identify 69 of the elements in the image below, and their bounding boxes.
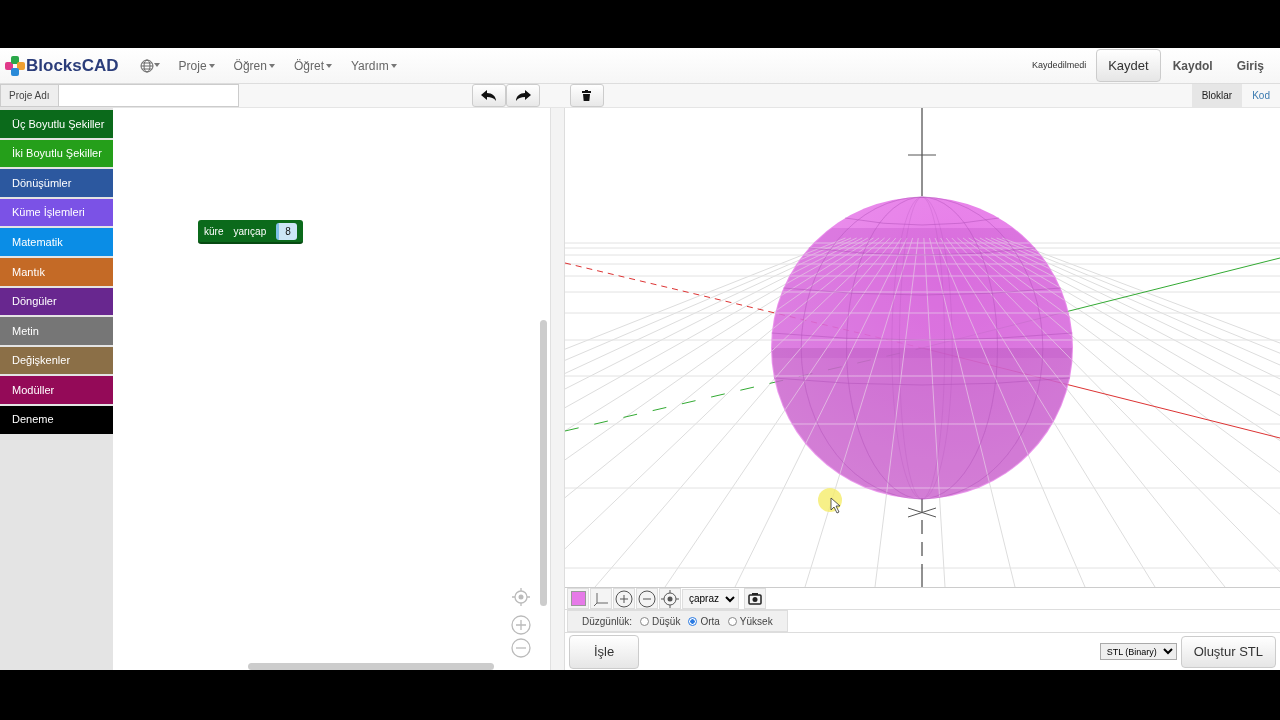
brand-name: BlocksCAD: [26, 54, 119, 77]
zoom-out-icon: [638, 589, 656, 608]
globe-icon: [139, 58, 154, 73]
trash-icon: [582, 90, 592, 101]
axes-icon: [593, 590, 609, 607]
category-button[interactable]: Mantık: [0, 257, 113, 286]
project-name-label: Proje Adı: [0, 84, 59, 107]
view-tab[interactable]: Bloklar: [1191, 84, 1243, 107]
nav-link[interactable]: Giriş: [1236, 56, 1264, 75]
redo-icon: [514, 89, 531, 102]
smoothness-label: Düzgünlük:: [582, 614, 633, 629]
sphere-block[interactable]: küre yarıçap 8: [198, 220, 303, 244]
category-button[interactable]: Döngüler: [0, 287, 113, 316]
nav-menu[interactable]: Öğren: [233, 56, 276, 75]
zoom-out-icon[interactable]: [511, 638, 531, 658]
category-button[interactable]: Dönüşümler: [0, 169, 113, 197]
caret-icon: [268, 63, 276, 69]
category-button[interactable]: Matematik: [0, 228, 113, 256]
recenter-icon: [661, 589, 679, 608]
export-button[interactable]: Oluştur STL: [1180, 635, 1276, 668]
save-button[interactable]: Kaydet: [1096, 48, 1161, 83]
radio-button[interactable]: [727, 616, 737, 626]
delete-button[interactable]: [569, 84, 604, 107]
nav-menu[interactable]: Yardım: [351, 56, 398, 75]
radio-option[interactable]: Orta: [688, 613, 720, 629]
scrollbar[interactable]: [540, 320, 547, 606]
save-status: Kaydedilmedi: [1032, 58, 1087, 72]
caret-icon: [326, 63, 333, 69]
logo-icon: [4, 54, 26, 77]
screenshot-button[interactable]: [744, 588, 766, 609]
block-parameter: yarıçap: [233, 224, 267, 239]
radio-option[interactable]: Yüksek: [727, 613, 773, 629]
caret-icon: [390, 63, 398, 69]
zoom-in-button[interactable]: [613, 588, 635, 609]
nav-menu[interactable]: Öğret: [293, 56, 333, 75]
zoom-in-icon[interactable]: [511, 615, 531, 635]
format-select[interactable]: STL (Binary): [1099, 643, 1177, 660]
camera-icon: [748, 592, 762, 605]
redo-button[interactable]: [505, 84, 540, 107]
undo-button[interactable]: [471, 84, 506, 107]
scrollbar[interactable]: [248, 663, 494, 670]
zoom-out-button[interactable]: [636, 588, 658, 609]
category-button[interactable]: Modüller: [0, 376, 113, 404]
zoom-in-icon: [615, 589, 633, 608]
category-button[interactable]: Üç Boyutlu Şekiller: [0, 110, 113, 138]
radio-button[interactable]: [640, 616, 650, 626]
color-picker[interactable]: [567, 588, 589, 609]
caret-icon: [153, 63, 161, 68]
nav-menu[interactable]: Proje: [178, 56, 216, 75]
block-value-field[interactable]: 8: [276, 222, 297, 240]
recenter-button[interactable]: [659, 588, 681, 609]
cursor-drawing: [818, 488, 842, 514]
radio-button[interactable]: [688, 616, 698, 626]
undo-icon: [480, 89, 497, 102]
language-menu[interactable]: [139, 58, 161, 73]
category-button[interactable]: Metin: [0, 317, 113, 345]
nav-link[interactable]: Kaydol: [1172, 56, 1213, 75]
view-tab[interactable]: Kod: [1242, 84, 1280, 107]
project-name-field[interactable]: [58, 84, 239, 107]
category-button[interactable]: Deneme: [0, 405, 113, 434]
caret-icon: [208, 63, 216, 69]
category-button[interactable]: Küme İşlemleri: [0, 198, 113, 227]
render-button[interactable]: İşle: [569, 634, 639, 669]
category-button[interactable]: Değişkenler: [0, 346, 113, 375]
recenter-icon[interactable]: [511, 587, 531, 607]
color-swatch: [570, 591, 586, 606]
view-select[interactable]: çapraz: [682, 588, 739, 609]
radio-option[interactable]: Düşük: [640, 613, 681, 629]
block-label: küre: [204, 224, 224, 239]
